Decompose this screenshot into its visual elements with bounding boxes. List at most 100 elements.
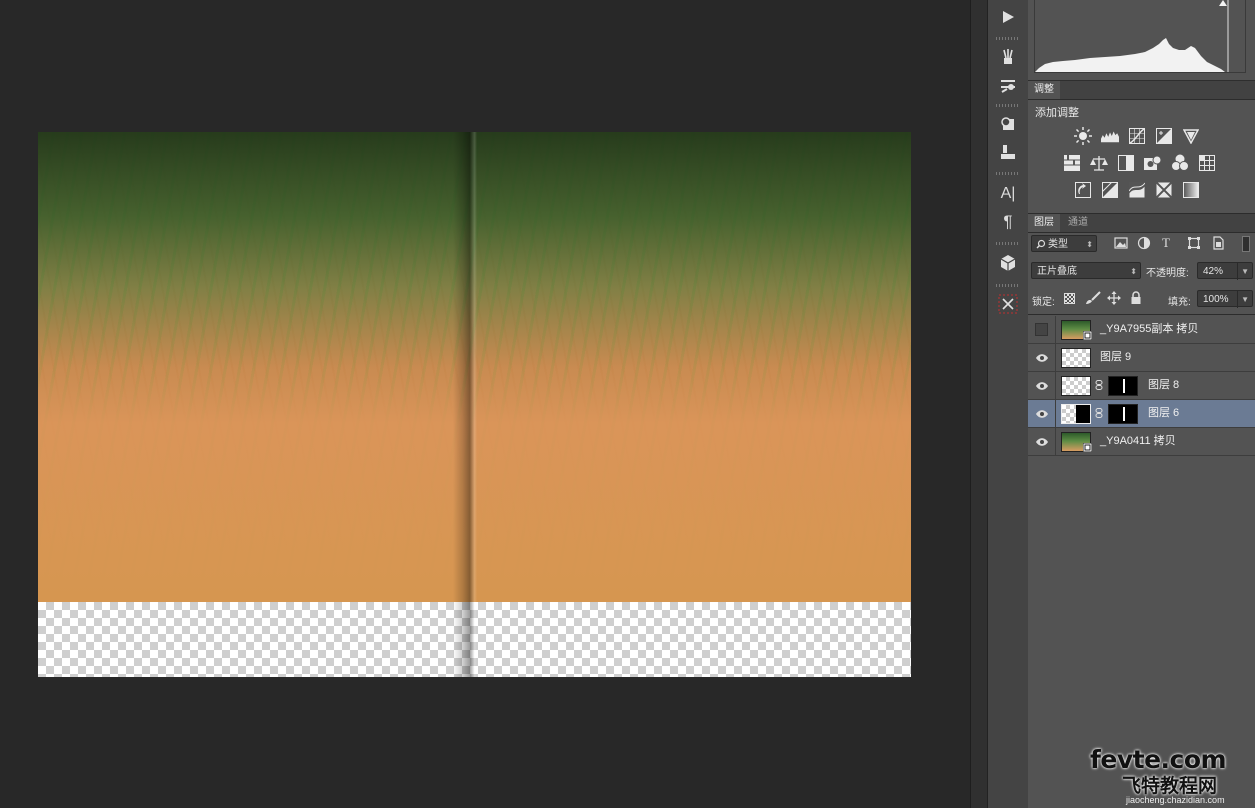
tab-adjustments[interactable]: 调整 bbox=[1028, 81, 1060, 99]
adjustment-row-1 bbox=[1074, 127, 1200, 145]
hue-saturation-icon[interactable] bbox=[1063, 154, 1081, 172]
grip-handle[interactable] bbox=[996, 104, 1020, 107]
character-icon[interactable]: A| bbox=[993, 181, 1023, 207]
filter-adjustment-icon[interactable] bbox=[1137, 236, 1153, 252]
layer-filter-value: 类型 bbox=[1048, 239, 1068, 250]
brush-settings-icon[interactable] bbox=[993, 72, 1023, 98]
clone-source-icon[interactable] bbox=[993, 111, 1023, 137]
chevron-updown-icon: ⬍ bbox=[1086, 240, 1093, 249]
opacity-field[interactable]: 42% ▼ bbox=[1197, 262, 1253, 280]
adjustment-row-2 bbox=[1063, 154, 1216, 172]
divider bbox=[1028, 314, 1255, 315]
tab-layers[interactable]: 图层 bbox=[1028, 214, 1060, 232]
brush-presets-icon[interactable] bbox=[993, 44, 1023, 70]
filter-type-icon[interactable]: T bbox=[1162, 235, 1170, 251]
histogram-panel bbox=[1028, 0, 1255, 81]
grip-handle[interactable] bbox=[996, 172, 1020, 175]
layer-row[interactable]: _Y9A7955副本 拷贝 bbox=[1028, 316, 1255, 344]
layer-row[interactable]: _Y9A0411 拷贝 bbox=[1028, 428, 1255, 456]
filter-shape-icon[interactable] bbox=[1187, 236, 1203, 252]
layer-name: _Y9A7955副本 拷贝 bbox=[1100, 323, 1199, 335]
selective-color-icon[interactable] bbox=[1155, 181, 1173, 199]
layer-name: _Y9A0411 拷贝 bbox=[1100, 435, 1176, 447]
play-icon[interactable] bbox=[993, 4, 1023, 30]
color-balance-icon[interactable] bbox=[1090, 154, 1108, 172]
layer-name: 图层 6 bbox=[1148, 407, 1180, 419]
threshold-icon[interactable] bbox=[1128, 181, 1146, 199]
eye-icon[interactable] bbox=[1028, 400, 1056, 427]
levels-icon[interactable] bbox=[1101, 127, 1119, 145]
grip-handle[interactable] bbox=[996, 37, 1020, 40]
smart-object-icon bbox=[1083, 443, 1092, 452]
watermark-logo-text: fevte.com bbox=[1090, 745, 1227, 774]
add-adjustment-title: 添加调整 bbox=[1035, 107, 1079, 119]
thumbnail-dark-fill bbox=[1076, 405, 1090, 423]
hidden-visibility-box bbox=[1035, 323, 1048, 336]
lock-position-move-icon[interactable] bbox=[1107, 291, 1121, 305]
eye-icon[interactable] bbox=[1028, 344, 1056, 371]
tool-presets-icon[interactable] bbox=[993, 139, 1023, 165]
3d-icon[interactable] bbox=[993, 250, 1023, 276]
watermark: fevte.com 飞特教程网 jiaocheng.chazidian.com bbox=[1090, 745, 1255, 808]
histogram-graph bbox=[1034, 0, 1246, 73]
layer-name: 图层 8 bbox=[1148, 379, 1180, 391]
filter-pixel-icon[interactable] bbox=[1114, 236, 1130, 252]
canvas-scrollbar[interactable] bbox=[970, 0, 987, 808]
layer-filter-dropdown[interactable]: 类型 ⬍ bbox=[1031, 235, 1097, 252]
tab-channels[interactable]: 通道 bbox=[1062, 214, 1094, 232]
channel-mixer-icon[interactable] bbox=[1171, 154, 1189, 172]
invert-icon[interactable] bbox=[1074, 181, 1092, 199]
layer-row-selected[interactable]: 图层 6 bbox=[1028, 400, 1255, 428]
lock-label: 锁定: bbox=[1032, 297, 1055, 308]
layer-row[interactable]: 图层 9 bbox=[1028, 344, 1255, 372]
black-white-icon[interactable] bbox=[1117, 154, 1135, 172]
filter-smart-object-icon[interactable] bbox=[1211, 236, 1227, 252]
chevron-down-icon[interactable]: ▼ bbox=[1237, 291, 1249, 308]
adjustment-row-3 bbox=[1074, 181, 1200, 199]
adjustments-tab-bar: 调整 bbox=[1028, 81, 1255, 100]
grip-handle[interactable] bbox=[996, 242, 1020, 245]
visibility-toggle[interactable] bbox=[1028, 316, 1056, 343]
document-canvas[interactable] bbox=[38, 132, 911, 677]
fill-field[interactable]: 100% ▼ bbox=[1197, 290, 1253, 308]
layers-tab-bar: 图层 通道 bbox=[1028, 213, 1255, 233]
vibrance-icon[interactable] bbox=[1182, 127, 1200, 145]
search-icon bbox=[1036, 236, 1046, 259]
gradient-map-icon[interactable] bbox=[1182, 181, 1200, 199]
lock-pixels-brush-icon[interactable] bbox=[1085, 291, 1101, 305]
opacity-label: 不透明度: bbox=[1146, 268, 1189, 279]
chevron-down-icon[interactable]: ▼ bbox=[1237, 263, 1249, 280]
layer-mask-thumbnail[interactable] bbox=[1108, 404, 1138, 424]
book-spine-shadow bbox=[453, 132, 477, 677]
layer-name: 图层 9 bbox=[1100, 351, 1132, 363]
paragraph-icon[interactable]: ¶ bbox=[993, 209, 1023, 235]
smart-object-icon bbox=[1083, 331, 1092, 340]
fill-value: 100% bbox=[1203, 294, 1229, 305]
fill-label: 填充: bbox=[1168, 297, 1191, 308]
posterize-icon[interactable] bbox=[1101, 181, 1119, 199]
filter-toggle-switch[interactable] bbox=[1242, 236, 1250, 252]
layer-row[interactable]: 图层 8 bbox=[1028, 372, 1255, 400]
chain-link-icon[interactable] bbox=[1095, 380, 1103, 390]
opacity-value: 42% bbox=[1203, 266, 1224, 277]
close-panel-icon[interactable] bbox=[993, 291, 1023, 317]
chain-link-icon[interactable] bbox=[1095, 408, 1103, 418]
curves-icon[interactable] bbox=[1128, 127, 1146, 145]
eye-icon[interactable] bbox=[1028, 428, 1056, 455]
layer-mask-thumbnail[interactable] bbox=[1108, 376, 1138, 396]
blend-mode-dropdown[interactable]: 正片叠底 ⬍ bbox=[1031, 262, 1141, 279]
panel-icon-strip: A| ¶ bbox=[987, 0, 1029, 808]
layer-thumbnail bbox=[1061, 348, 1091, 368]
layer-thumbnail bbox=[1061, 376, 1091, 396]
photo-filter-icon[interactable] bbox=[1144, 154, 1162, 172]
watermark-url: jiaocheng.chazidian.com bbox=[1126, 795, 1225, 805]
lock-all-icon[interactable] bbox=[1130, 291, 1142, 305]
lock-transparency-icon[interactable] bbox=[1064, 293, 1075, 304]
eye-icon[interactable] bbox=[1028, 372, 1056, 399]
grip-handle[interactable] bbox=[996, 284, 1020, 287]
brightness-contrast-icon[interactable] bbox=[1074, 127, 1092, 145]
watermark-chinese-text: 飞特教程网 bbox=[1122, 776, 1218, 797]
layer-thumbnail bbox=[1061, 404, 1091, 424]
color-lookup-icon[interactable] bbox=[1198, 154, 1216, 172]
exposure-icon[interactable] bbox=[1155, 127, 1173, 145]
